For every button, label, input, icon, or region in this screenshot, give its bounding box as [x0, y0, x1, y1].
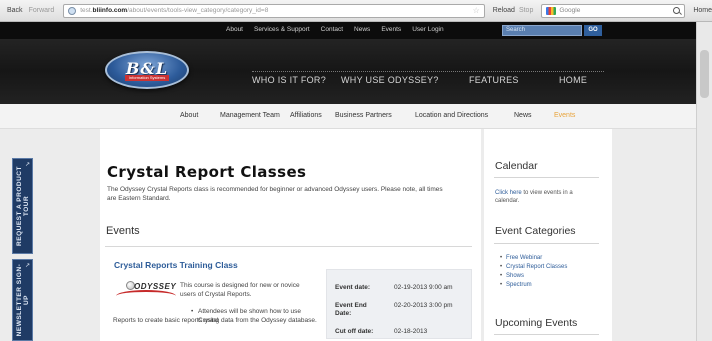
event-end-label: Event End Date:	[335, 302, 367, 317]
scrollbar-thumb[interactable]	[700, 50, 709, 98]
company-logo[interactable]: B&L Information Systems	[105, 51, 189, 89]
nav-who[interactable]: WHO IS IT FOR?	[252, 75, 341, 85]
subnav-about[interactable]: About	[180, 112, 220, 119]
site-search-input[interactable]: Search	[502, 25, 582, 36]
main-column: Crystal Report Classes The Odyssey Cryst…	[100, 129, 481, 341]
browser-toolbar: Back Forward test.bliinfo.com/about/even…	[0, 0, 712, 22]
subnav-news[interactable]: News	[514, 112, 554, 119]
calendar-link[interactable]: Click here	[495, 190, 522, 196]
upcoming-divider	[494, 334, 599, 335]
cutoff-label: Cut off date:	[335, 328, 374, 335]
address-bar[interactable]: test.bliinfo.com/about/events/tools-view…	[63, 3, 485, 18]
subnav-events[interactable]: Events	[554, 112, 575, 119]
nav-features[interactable]: FEATURES	[469, 75, 559, 85]
search-go-button[interactable]: GO	[584, 25, 602, 36]
upcoming-heading: Upcoming Events	[495, 317, 578, 329]
subnav-management[interactable]: Management Team	[220, 112, 290, 119]
product-tour-label: REQUEST A PRODUCT TOUR	[15, 166, 30, 246]
event-date-label: Event date:	[335, 284, 371, 291]
category-shows[interactable]: Shows	[500, 272, 567, 281]
nav-why[interactable]: WHY USE ODYSSEY?	[341, 75, 469, 85]
util-link-services[interactable]: Services & Support	[254, 26, 310, 33]
sub-nav: About Management Team Affiliations Busin…	[0, 104, 696, 129]
calendar-text: Click here to view events in a calendar.	[495, 189, 595, 205]
odyssey-logo: ODYSSEY	[112, 276, 180, 300]
magnifier-icon[interactable]	[673, 7, 681, 14]
globe-icon	[68, 6, 77, 15]
product-tour-tab[interactable]: ↗ REQUEST A PRODUCT TOUR	[12, 158, 33, 254]
page-title: Crystal Report Classes	[107, 163, 307, 181]
back-button[interactable]: Back	[4, 7, 26, 14]
category-list: Free Webinar Crystal Report Classes Show…	[500, 254, 567, 290]
event-details: Event date: 02-19-2013 9:00 am Event End…	[326, 269, 472, 339]
event-title-link[interactable]: Crystal Reports Training Class	[114, 260, 238, 270]
header-divider	[252, 71, 604, 72]
search-engine-label: Google	[559, 7, 581, 14]
util-link-news[interactable]: News	[354, 26, 370, 33]
intro-text: The Odyssey Crystal Reports class is rec…	[107, 186, 443, 202]
utility-links: About Services & Support Contact News Ev…	[226, 26, 444, 33]
google-logo-icon	[546, 6, 557, 15]
forward-button[interactable]: Forward	[26, 7, 58, 14]
category-crystal[interactable]: Crystal Report Classes	[500, 263, 567, 272]
category-free-webinar[interactable]: Free Webinar	[500, 254, 567, 263]
event-end-value: 02-20-2013 3:00 pm	[394, 302, 453, 309]
subnav-partners[interactable]: Business Partners	[335, 112, 415, 119]
url-path: /about/events/tools-view_category/catego…	[127, 7, 269, 14]
logo-subtitle: Information Systems	[125, 75, 169, 81]
bookmark-star-icon[interactable]: ☆	[473, 6, 480, 15]
odyssey-swoosh	[116, 290, 176, 302]
newsletter-tab[interactable]: ↗ NEWSLETTER SIGN-UP	[12, 259, 33, 341]
nav-home[interactable]: HOME	[559, 75, 587, 85]
home-button[interactable]: Home	[693, 7, 712, 14]
url-text: test.bliinfo.com/about/events/tools-view…	[80, 7, 268, 14]
categories-divider	[494, 243, 599, 244]
sidebar: Calendar Click here to view events in a …	[484, 129, 612, 341]
util-link-events[interactable]: Events	[381, 26, 401, 33]
stop-button[interactable]: Stop	[519, 7, 533, 14]
page: Back Forward test.bliinfo.com/about/even…	[0, 0, 712, 341]
cutoff-value: 02-18-2013	[394, 328, 428, 335]
events-heading: Events	[106, 225, 140, 237]
util-link-contact[interactable]: Contact	[321, 26, 343, 33]
url-domain: bliinfo.com	[92, 7, 128, 14]
sub-nav-links: About Management Team Affiliations Busin…	[180, 112, 575, 119]
util-link-about[interactable]: About	[226, 26, 243, 33]
utility-bar: About Services & Support Contact News Ev…	[0, 22, 696, 39]
event-description-cont: Reports to create basic reports using da…	[113, 317, 317, 324]
site-header: About Services & Support Contact News Ev…	[0, 22, 696, 104]
page-scrollbar[interactable]	[696, 22, 712, 341]
events-divider	[105, 246, 472, 247]
event-date-value: 02-19-2013 9:00 am	[394, 284, 453, 291]
categories-heading: Event Categories	[495, 225, 576, 237]
web-search-box[interactable]: Google	[541, 3, 686, 18]
calendar-heading: Calendar	[495, 160, 538, 172]
url-prefix: test.	[80, 7, 93, 14]
calendar-divider	[494, 177, 599, 178]
reload-button[interactable]: Reload	[493, 7, 515, 14]
category-spectrum[interactable]: Spectrum	[500, 281, 567, 290]
subnav-affiliations[interactable]: Affiliations	[290, 112, 335, 119]
subnav-location[interactable]: Location and Directions	[415, 112, 514, 119]
event-description: This course is designed for new or novic…	[180, 282, 300, 298]
content-area: Crystal Report Classes The Odyssey Cryst…	[0, 129, 696, 341]
main-nav: WHO IS IT FOR? WHY USE ODYSSEY? FEATURES…	[252, 75, 587, 85]
util-link-login[interactable]: User Login	[412, 26, 443, 33]
newsletter-label: NEWSLETTER SIGN-UP	[15, 263, 30, 337]
